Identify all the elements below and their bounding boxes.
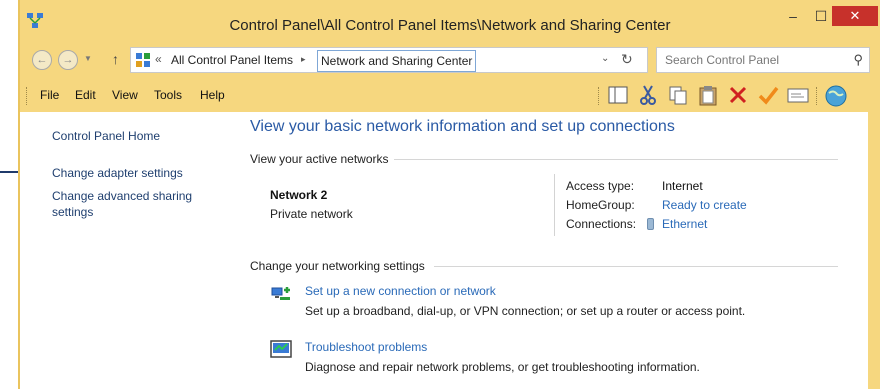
search-input[interactable] [663, 52, 837, 68]
troubleshoot-link[interactable]: Troubleshoot problems [305, 340, 427, 354]
new-connection-icon[interactable] [270, 284, 292, 302]
address-bar: ← → ▼ ↑ « All Control Panel Items ▸ Netw… [26, 47, 874, 77]
properties-icon[interactable] [786, 84, 810, 108]
minimize-button[interactable]: – [780, 6, 806, 26]
sidebar-link-change-adapter-settings[interactable]: Change adapter settings [52, 166, 183, 180]
close-button[interactable]: ✕ [832, 6, 878, 26]
sidebar-link-control-panel-home[interactable]: Control Panel Home [52, 129, 160, 143]
access-type-label: Access type: [566, 179, 635, 193]
sidebar-link-change-advanced-sharing[interactable]: Change advanced sharing [52, 189, 192, 203]
menu-tools[interactable]: Tools [154, 88, 182, 102]
breadcrumb-current[interactable]: Network and Sharing Center [317, 50, 477, 72]
search-icon[interactable]: ⚲ [853, 52, 863, 68]
connections-label: Connections: [566, 217, 637, 231]
change-settings-heading: Change your networking settings [250, 259, 425, 273]
page-heading: View your basic network information and … [250, 118, 675, 135]
title-bar: Control Panel\All Control Panel Items\Ne… [20, 0, 880, 44]
menu-file[interactable]: File [40, 88, 59, 102]
section-divider [394, 159, 838, 160]
back-button[interactable]: ← [32, 50, 52, 70]
toolbar-grip [816, 87, 820, 105]
cut-icon[interactable] [636, 84, 660, 108]
toolbar-grip [26, 87, 30, 105]
control-panel-window: Control Panel\All Control Panel Items\Ne… [18, 0, 880, 389]
copy-icon[interactable] [666, 84, 690, 108]
breadcrumb-overflow-icon[interactable]: « [155, 52, 162, 66]
up-button[interactable]: ↑ [112, 51, 119, 67]
setup-connection-description: Set up a broadband, dial-up, or VPN conn… [305, 304, 746, 318]
control-panel-icon [136, 53, 150, 67]
window-title: Control Panel\All Control Panel Items\Ne… [229, 17, 671, 34]
troubleshoot-description: Diagnose and repair network problems, or… [305, 360, 700, 374]
sidebar-link-change-advanced-sharing-cont[interactable]: settings [52, 205, 93, 219]
forward-button[interactable]: → [58, 50, 78, 70]
content-area: Control Panel Home Change adapter settin… [20, 112, 868, 389]
network-name: Network 2 [270, 188, 328, 202]
section-divider [434, 266, 838, 267]
maximize-button[interactable]: ☐ [808, 6, 834, 26]
network-type[interactable]: Private network [270, 207, 353, 221]
check-icon[interactable] [756, 84, 780, 108]
breadcrumb-all-items[interactable]: All Control Panel Items [171, 53, 293, 67]
search-box[interactable]: ⚲ [656, 47, 870, 73]
menu-bar: File Edit View Tools Help [20, 80, 880, 112]
menu-help[interactable]: Help [200, 88, 225, 102]
menu-view[interactable]: View [112, 88, 138, 102]
breadcrumb-arrow-icon[interactable]: ▸ [301, 54, 306, 65]
network-info-divider [554, 174, 555, 236]
setup-connection-link[interactable]: Set up a new connection or network [305, 284, 496, 298]
ethernet-link[interactable]: Ethernet [662, 217, 707, 231]
paste-icon[interactable] [696, 84, 720, 108]
active-networks-heading: View your active networks [250, 152, 389, 166]
refresh-icon[interactable]: ↻ [621, 51, 633, 68]
globe-icon[interactable] [824, 84, 848, 108]
toolbar-grip [598, 87, 602, 105]
menu-edit[interactable]: Edit [75, 88, 96, 102]
ethernet-icon[interactable] [647, 218, 654, 230]
layout-icon[interactable] [606, 84, 630, 108]
recent-locations-dropdown-icon[interactable]: ▼ [84, 54, 92, 63]
homegroup-link[interactable]: Ready to create [662, 198, 747, 212]
delete-icon[interactable] [726, 84, 750, 108]
address-dropdown-icon[interactable]: ⌄ [601, 53, 609, 64]
troubleshoot-icon[interactable] [270, 340, 292, 358]
homegroup-label: HomeGroup: [566, 198, 635, 212]
access-type-value: Internet [662, 179, 703, 193]
address-box[interactable]: « All Control Panel Items ▸ Network and … [130, 47, 648, 73]
